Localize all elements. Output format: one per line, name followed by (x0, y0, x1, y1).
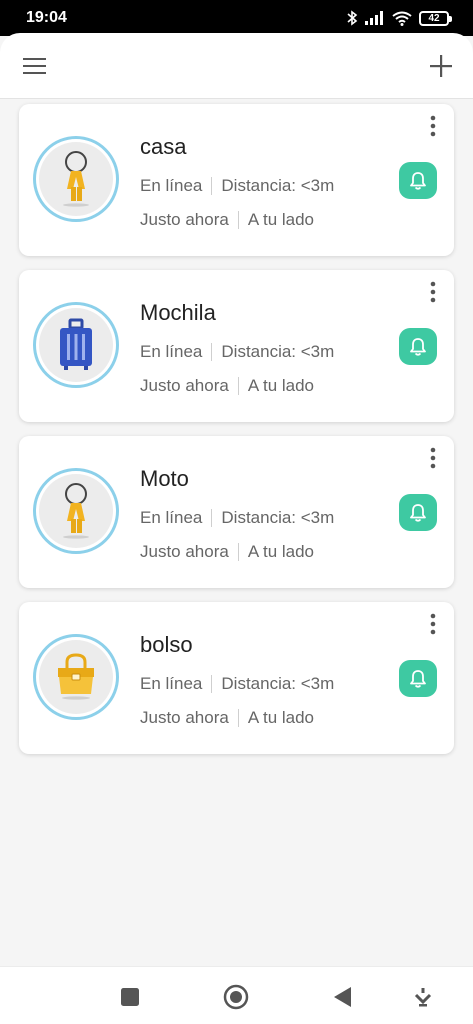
keys-icon (63, 483, 89, 539)
device-status: En línea (140, 674, 203, 693)
handbag-icon (58, 653, 94, 700)
device-status-row: En línea Distancia: <3m (140, 342, 334, 362)
device-distance: Distancia: <3m (221, 508, 335, 527)
more-options-icon[interactable] (426, 612, 440, 636)
suitcase-icon (60, 318, 92, 370)
device-distance: Distancia: <3m (221, 674, 335, 693)
device-name: casa (140, 134, 187, 159)
separator (237, 377, 239, 395)
home-circle-icon[interactable] (223, 984, 249, 1010)
device-last-seen: Justo ahora (140, 210, 229, 229)
device-status-row: En línea Distancia: <3m (140, 674, 334, 694)
battery-icon: 42 (419, 10, 452, 26)
more-options-icon[interactable] (426, 114, 440, 138)
device-location-row: Justo ahora A tu lado (140, 542, 314, 562)
device-name: Mochila (140, 300, 216, 325)
status-icons: 42 (346, 8, 452, 28)
plus-icon[interactable] (427, 52, 455, 80)
device-avatar (33, 468, 119, 554)
signal-icon (365, 11, 383, 25)
alert-button[interactable] (399, 162, 437, 199)
device-location: A tu lado (247, 542, 315, 561)
wifi-icon (392, 11, 412, 26)
recents-square-icon[interactable] (117, 984, 143, 1010)
device-avatar (33, 136, 119, 222)
device-distance: Distancia: <3m (221, 342, 335, 361)
alert-button[interactable] (399, 328, 437, 365)
device-status-row: En línea Distancia: <3m (140, 176, 334, 196)
device-name: Moto (140, 466, 189, 491)
bell-icon (410, 337, 426, 356)
system-nav-bar (0, 966, 473, 1024)
device-last-seen: Justo ahora (140, 708, 229, 727)
separator (211, 675, 213, 693)
bluetooth-icon (347, 10, 358, 26)
dropdown-icon[interactable] (410, 984, 436, 1010)
device-card[interactable]: bolso En línea Distancia: <3m Justo ahor… (19, 602, 454, 754)
device-location-row: Justo ahora A tu lado (140, 210, 314, 230)
device-card[interactable]: casa En línea Distancia: <3m Justo ahora… (19, 104, 454, 256)
device-location-row: Justo ahora A tu lado (140, 708, 314, 728)
device-location: A tu lado (247, 376, 315, 395)
device-status: En línea (140, 342, 203, 361)
device-list: casa En línea Distancia: <3m Justo ahora… (19, 104, 454, 768)
bell-icon (410, 171, 426, 190)
device-card[interactable]: Moto En línea Distancia: <3m Justo ahora… (19, 436, 454, 588)
device-location: A tu lado (247, 708, 315, 727)
back-triangle-icon[interactable] (330, 984, 356, 1010)
more-options-icon[interactable] (426, 280, 440, 304)
device-name: bolso (140, 632, 193, 657)
bell-icon (410, 503, 426, 522)
bell-icon (410, 669, 426, 688)
device-location-row: Justo ahora A tu lado (140, 376, 314, 396)
device-avatar (33, 634, 119, 720)
separator (211, 177, 213, 195)
separator (237, 709, 239, 727)
device-last-seen: Justo ahora (140, 542, 229, 561)
alert-button[interactable] (399, 660, 437, 697)
alert-button[interactable] (399, 494, 437, 531)
status-time: 19:04 (26, 9, 67, 26)
separator (237, 211, 239, 229)
device-avatar (33, 302, 119, 388)
status-bar: 19:04 42 (0, 0, 473, 36)
separator (211, 343, 213, 361)
app-bar (0, 33, 473, 99)
separator (211, 509, 213, 527)
device-location: A tu lado (247, 210, 315, 229)
device-card[interactable]: Mochila En línea Distancia: <3m Justo ah… (19, 270, 454, 422)
device-status: En línea (140, 176, 203, 195)
device-distance: Distancia: <3m (221, 176, 335, 195)
device-status: En línea (140, 508, 203, 527)
device-last-seen: Justo ahora (140, 376, 229, 395)
hamburger-menu-icon[interactable] (22, 53, 48, 79)
separator (237, 543, 239, 561)
device-status-row: En línea Distancia: <3m (140, 508, 334, 528)
more-options-icon[interactable] (426, 446, 440, 470)
keys-icon (63, 151, 89, 207)
